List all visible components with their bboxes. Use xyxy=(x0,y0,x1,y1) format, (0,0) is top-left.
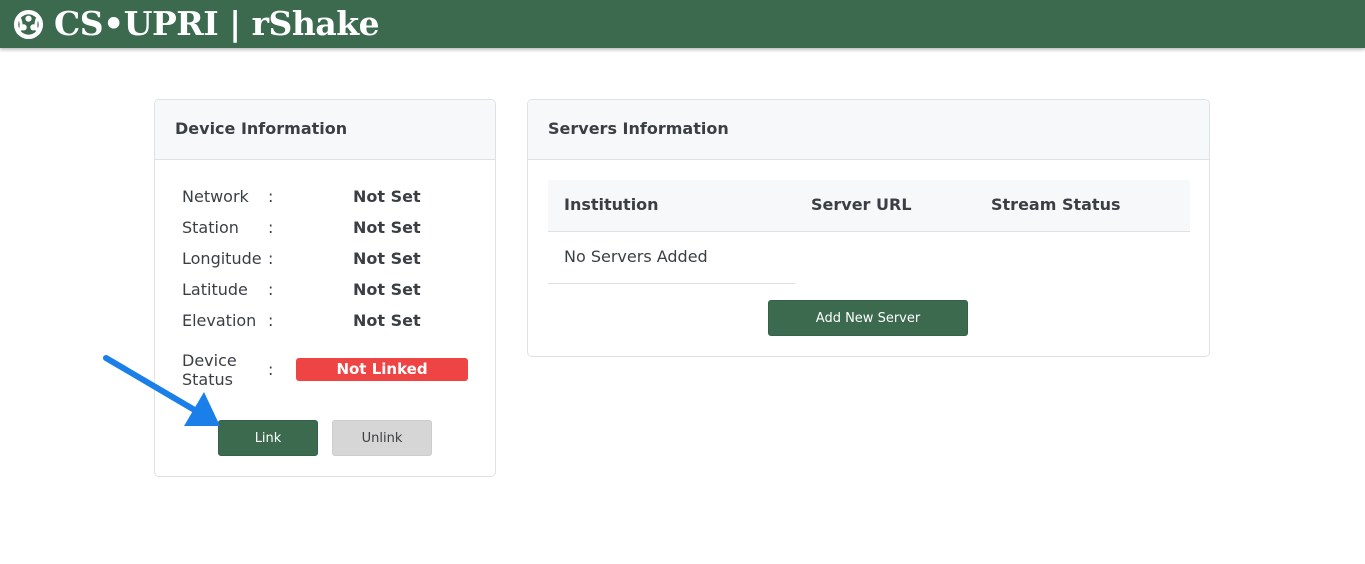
device-card-title: Device Information xyxy=(175,119,348,138)
elevation-colon: : xyxy=(268,311,274,330)
brand-title[interactable]: CS•UPRI | rShake xyxy=(54,2,380,46)
servers-card-header: Servers Information xyxy=(528,100,1209,160)
network-colon: : xyxy=(268,187,274,206)
servers-table-header: Institution Server URL Stream Status xyxy=(548,180,1190,232)
arrow-pointer-icon xyxy=(103,355,220,426)
network-label: Network xyxy=(182,187,249,206)
latitude-colon: : xyxy=(268,280,274,299)
longitude-label: Longitude xyxy=(182,249,262,268)
elevation-value: Not Set xyxy=(353,311,421,330)
top-navbar: CS•UPRI | rShake xyxy=(0,0,1365,48)
station-value: Not Set xyxy=(353,218,421,237)
column-institution: Institution xyxy=(564,195,659,214)
add-new-server-button[interactable]: Add New Server xyxy=(768,300,968,336)
latitude-label: Latitude xyxy=(182,280,248,299)
link-button[interactable]: Link xyxy=(218,420,318,456)
table-row: No Servers Added xyxy=(548,232,795,284)
device-status-colon: : xyxy=(268,360,274,379)
no-servers-message: No Servers Added xyxy=(564,247,708,266)
column-server-url: Server URL xyxy=(811,195,912,214)
column-stream-status: Stream Status xyxy=(991,195,1121,214)
servers-information-card: Servers Information Institution Server U… xyxy=(527,99,1210,357)
servers-card-title: Servers Information xyxy=(548,119,729,138)
device-card-header: Device Information xyxy=(155,100,495,160)
device-status-badge: Not Linked xyxy=(296,358,468,381)
latitude-value: Not Set xyxy=(353,280,421,299)
longitude-colon: : xyxy=(268,249,274,268)
longitude-value: Not Set xyxy=(353,249,421,268)
elevation-label: Elevation xyxy=(182,311,257,330)
seismic-logo-icon xyxy=(13,9,44,40)
unlink-button[interactable]: Unlink xyxy=(332,420,432,456)
station-colon: : xyxy=(268,218,274,237)
station-label: Station xyxy=(182,218,239,237)
network-value: Not Set xyxy=(353,187,421,206)
